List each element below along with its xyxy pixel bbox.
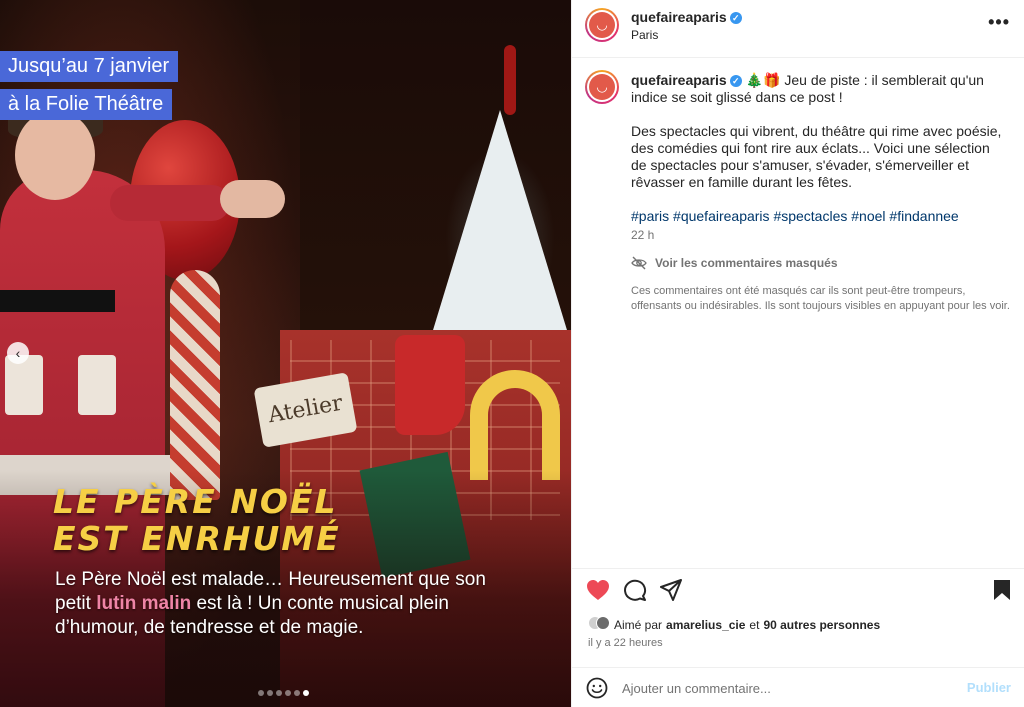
hashtag-link[interactable]: #paris xyxy=(631,208,669,224)
bookmark-icon xyxy=(994,580,1010,600)
show-title-line-1: LE PÈRE NOËL xyxy=(53,482,338,521)
date-tag-line-1: Jusqu’au 7 janvier xyxy=(0,51,179,82)
header-username[interactable]: quefaireaparis ✓ xyxy=(631,9,742,25)
post-sidebar: ◡ quefaireaparis ✓ Paris ••• ◡ quefaireap… xyxy=(571,0,1024,707)
hashtag-link[interactable]: #quefaireaparis xyxy=(673,208,770,224)
show-title: LE PÈRE NOËL EST ENRHUMÉ xyxy=(53,483,383,557)
caption-username[interactable]: quefaireaparis ✓ xyxy=(631,72,742,88)
santa-arm xyxy=(110,185,230,221)
tree-topper xyxy=(504,45,516,115)
candy-cane-red xyxy=(170,270,220,500)
description-highlight: lutin malin xyxy=(96,593,192,614)
likes-joiner: et xyxy=(749,617,760,632)
header-location[interactable]: Paris xyxy=(631,28,658,42)
caption-avatar[interactable]: ◡ xyxy=(585,70,619,104)
liker-username[interactable]: amarelius_cie xyxy=(666,618,745,632)
carousel-dot[interactable] xyxy=(303,690,309,696)
post-media-carousel[interactable]: Atelier Jusqu’au 7 janvier à la Folie Th… xyxy=(0,0,571,707)
avatar[interactable]: ◡ xyxy=(585,8,619,42)
comment-composer: Publier xyxy=(572,667,1024,707)
carousel-dot[interactable] xyxy=(285,690,291,696)
save-button[interactable] xyxy=(993,579,1011,606)
paper-plane-icon xyxy=(660,579,682,601)
christmas-stocking xyxy=(395,335,465,435)
santa-belt xyxy=(0,290,115,312)
caption-line-2: Des spectacles qui vibrent, du théâtre q… xyxy=(631,123,1002,190)
hashtag-link[interactable]: #findannee xyxy=(889,208,958,224)
carousel-prev-button[interactable]: ‹ xyxy=(7,342,29,364)
carousel-dots xyxy=(258,690,309,696)
emoji-button[interactable] xyxy=(586,677,608,704)
date-tag-line-2: à la Folie Théâtre xyxy=(0,89,173,120)
heart-icon xyxy=(587,580,609,600)
like-button[interactable] xyxy=(586,579,610,606)
more-options-button[interactable]: ••• xyxy=(988,12,1010,33)
caption-text: quefaireaparis ✓ 🎄🎁 Jeu de piste : il sem… xyxy=(631,72,1009,242)
post-caption: ◡ quefaireaparis ✓ 🎄🎁 Jeu de piste : il s… xyxy=(572,58,1024,568)
share-button[interactable] xyxy=(660,579,682,606)
likes-summary: Aimé par amarelius_cie et 90 autres pers… xyxy=(588,616,880,633)
post-header: ◡ quefaireaparis ✓ Paris ••• xyxy=(572,0,1024,58)
santa-pocket-left xyxy=(5,355,43,415)
santa-hand xyxy=(220,180,285,218)
hashtag-link[interactable]: #noel xyxy=(851,208,885,224)
comment-bubble-icon xyxy=(624,579,646,601)
carousel-dot[interactable] xyxy=(276,690,282,696)
show-title-line-2: EST ENRHUMÉ xyxy=(53,519,341,558)
verified-badge-icon: ✓ xyxy=(729,75,742,87)
liker-avatars[interactable] xyxy=(588,616,610,633)
post-timestamp[interactable]: il y a 22 heures xyxy=(588,637,663,649)
caption-timestamp[interactable]: 22 h xyxy=(631,228,654,242)
likes-others-link[interactable]: 90 autres personnes xyxy=(763,618,880,632)
verified-badge-icon: ✓ xyxy=(729,12,742,24)
caption-emojis: 🎄🎁 xyxy=(745,72,781,88)
eye-slash-icon xyxy=(631,256,647,270)
action-bar xyxy=(572,568,1024,608)
hidden-comments-note: Ces commentaires ont été masqués car ils… xyxy=(631,285,1010,312)
santa-pocket-right xyxy=(78,355,116,415)
actor-face xyxy=(15,110,95,200)
carousel-dot[interactable] xyxy=(294,690,300,696)
caption-hashtags: #paris #quefaireaparis #spectacles #noel… xyxy=(631,208,1009,225)
smiley-icon xyxy=(586,677,608,699)
hidden-comments-label: Voir les commentaires masqués xyxy=(655,256,838,270)
hashtag-link[interactable]: #spectacles xyxy=(773,208,847,224)
christmas-tree xyxy=(430,110,570,340)
avatar xyxy=(596,616,610,630)
show-hidden-comments-button[interactable]: Voir les commentaires masqués xyxy=(631,256,838,270)
candy-cane-yellow xyxy=(470,370,560,480)
likes-prefix: Aimé par xyxy=(614,617,663,632)
post-comment-button[interactable]: Publier xyxy=(967,680,1011,695)
brand-logo-icon: ◡ xyxy=(589,74,615,100)
carousel-dot[interactable] xyxy=(258,690,264,696)
show-description: Le Père Noël est malade… Heureusement qu… xyxy=(55,568,505,640)
chevron-left-icon: ‹ xyxy=(15,345,21,361)
carousel-dot[interactable] xyxy=(267,690,273,696)
comment-button[interactable] xyxy=(623,579,647,606)
comment-input[interactable] xyxy=(622,676,942,700)
brand-logo-icon: ◡ xyxy=(589,12,615,38)
